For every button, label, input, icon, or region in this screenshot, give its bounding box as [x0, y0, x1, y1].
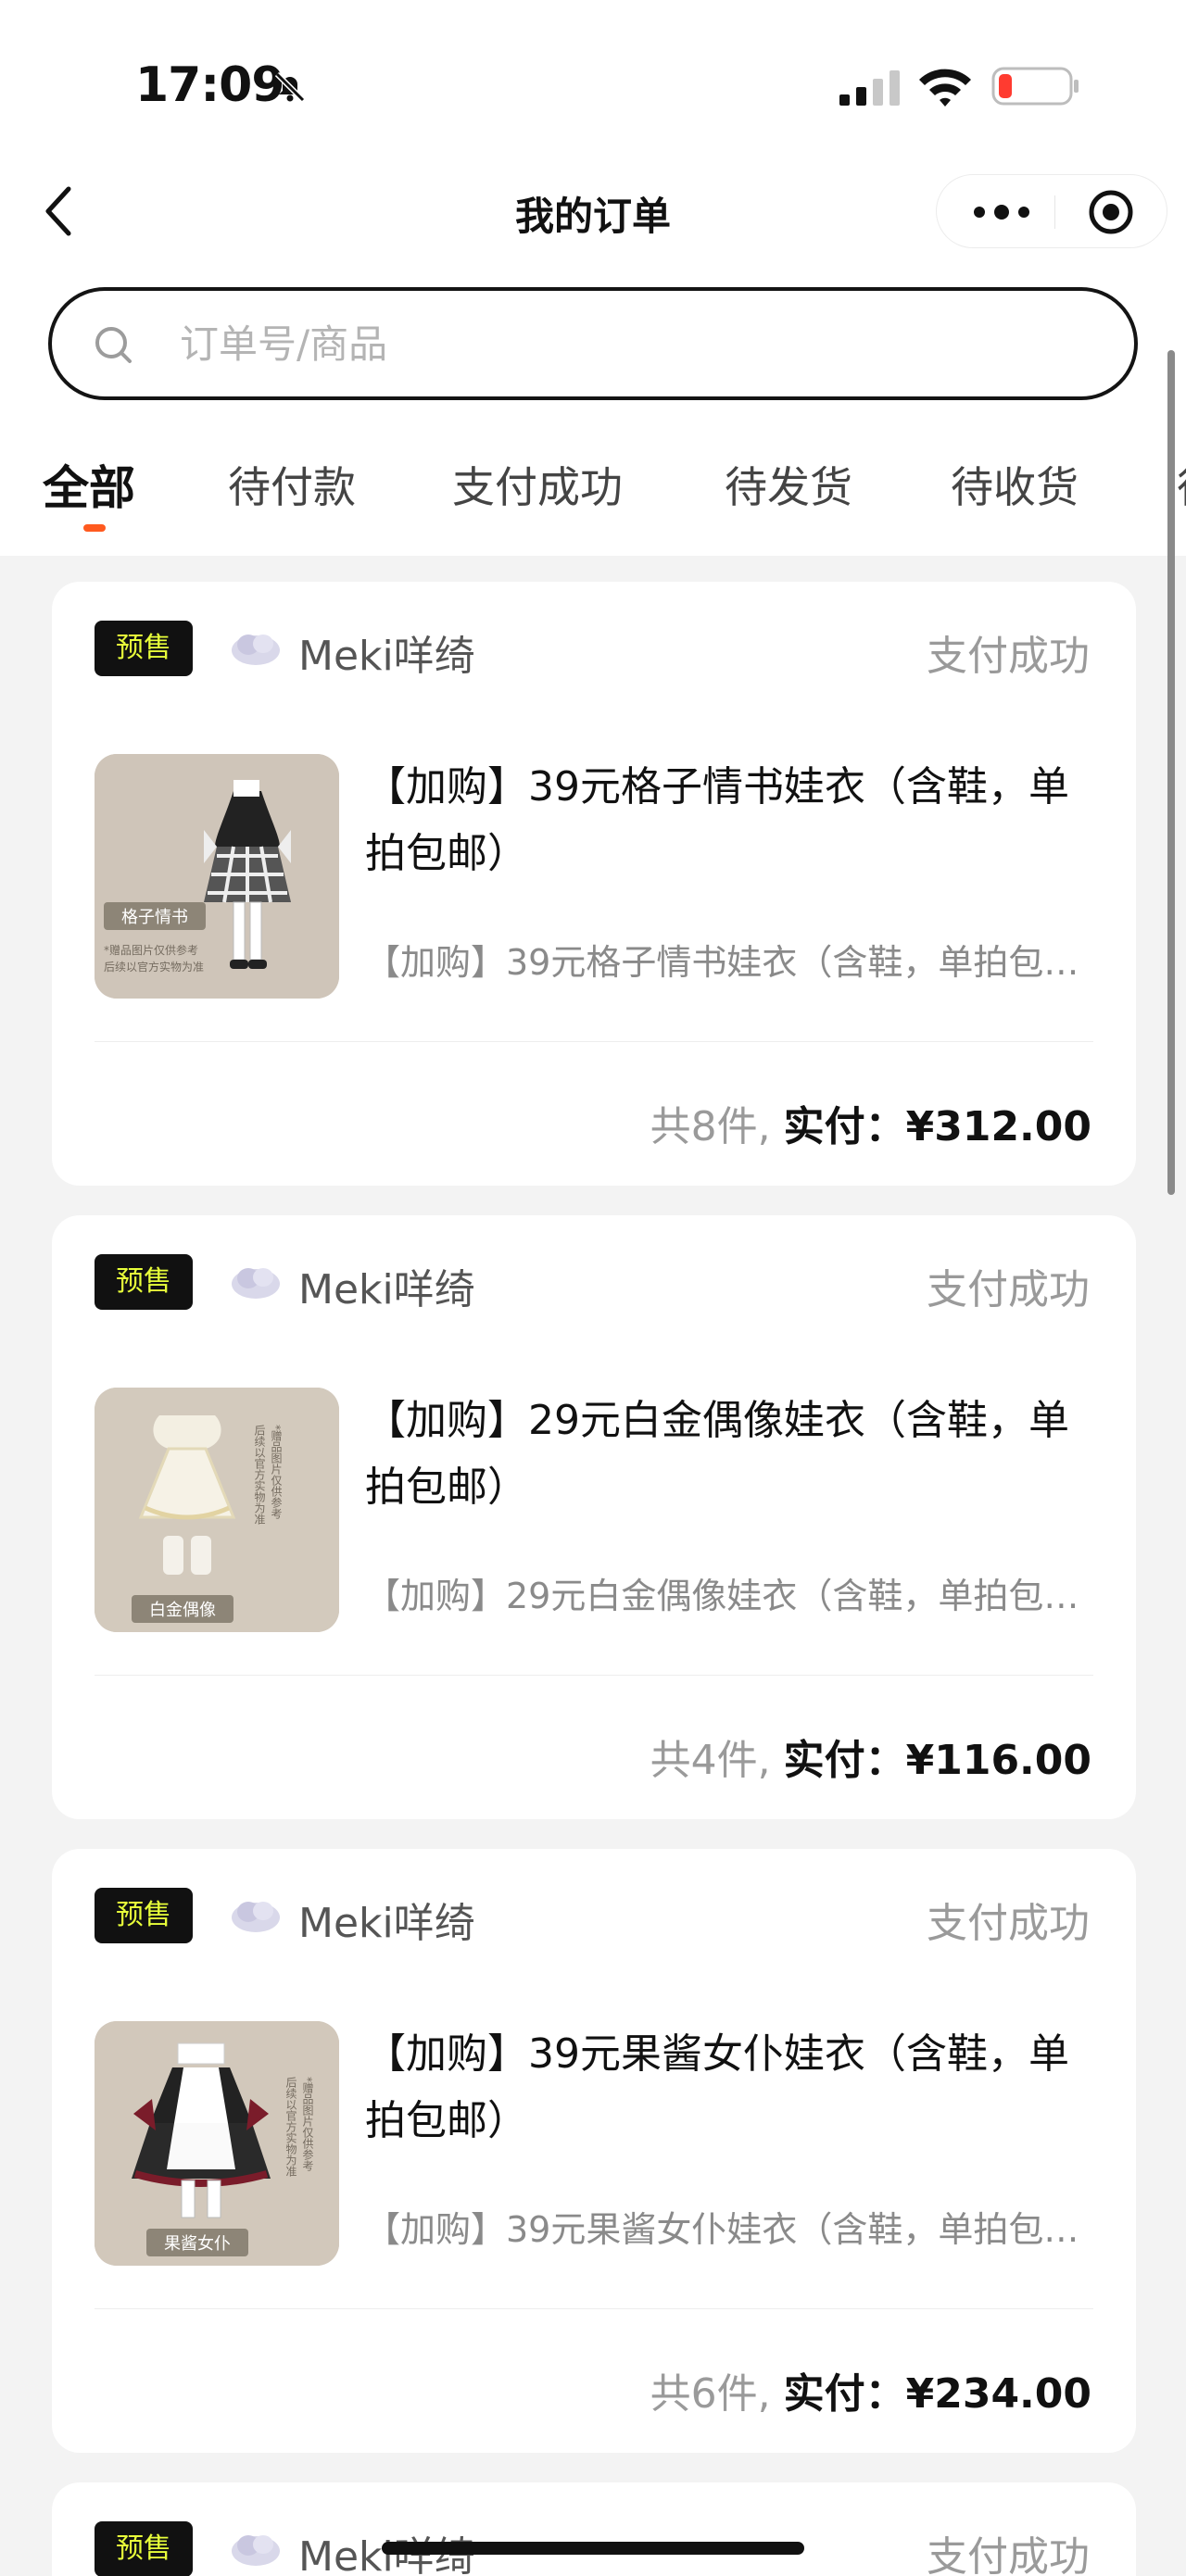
search-bar: [48, 287, 1138, 400]
order-card[interactable]: 预售 Meki咩绮 支付成功 白金偶像 *赠品图片仅供参考 后续以官方实物为准 …: [52, 1215, 1136, 1819]
cellular-signal-icon: [839, 70, 900, 106]
order-card[interactable]: 预售 Meki咩绮 支付成功 果酱女仆 *赠品图片仅供参考 后续以官方实物为准 …: [52, 1849, 1136, 2453]
product-thumbnail[interactable]: 果酱女仆 *赠品图片仅供参考 后续以官方实物为准: [95, 2021, 339, 2266]
bell-muted-icon: [274, 71, 306, 103]
shop-logo-icon: [232, 1268, 280, 1299]
mini-program-capsule: [936, 174, 1167, 248]
product-title[interactable]: 【加购】39元果酱女仆娃衣（含鞋，单拍包邮）: [365, 2021, 1097, 2155]
more-icon[interactable]: [965, 192, 1039, 232]
product-spec: 【加购】39元格子情书娃衣（含鞋，单拍包邮）: [365, 942, 1097, 983]
shop-logo-icon: [232, 1902, 280, 1932]
tab-partial[interactable]: 待: [1177, 454, 1186, 515]
shop-name[interactable]: Meki咩绮: [298, 1256, 475, 1315]
paid-amount: ¥312.00: [905, 1103, 1091, 1150]
svg-text:*赠品图片仅供参考: *赠品图片仅供参考: [104, 943, 198, 957]
plaid-dress-image: 格子情书 *赠品图片仅供参考 后续以官方实物为准: [95, 754, 339, 999]
order-status: 支付成功: [927, 1900, 1090, 1947]
order-card[interactable]: 预售 Meki咩绮 支付成功 格子情书 *赠品图片仅供参考 后续以官方实物为准 …: [52, 582, 1136, 1186]
order-summary: 共4件, 实付：¥116.00: [650, 1727, 1091, 1786]
thumbnail-caption: 果酱女仆: [164, 2234, 231, 2254]
product-title[interactable]: 【加购】39元格子情书娃衣（含鞋，单拍包邮）: [365, 754, 1097, 887]
paid-label: 实付：: [783, 2370, 906, 2418]
product-thumbnail[interactable]: 格子情书 *赠品图片仅供参考 后续以官方实物为准: [95, 754, 339, 999]
white-gold-dress-image: 白金偶像 *赠品图片仅供参考 后续以官方实物为准: [95, 1388, 339, 1632]
paid-amount: ¥234.00: [905, 2370, 1091, 2418]
presale-badge: 预售: [95, 621, 193, 676]
product-spec: 【加购】39元果酱女仆娃衣（含鞋，单拍包邮）: [365, 2209, 1097, 2250]
divider: [95, 1675, 1093, 1676]
item-count: 共6件,: [650, 2370, 771, 2418]
svg-text:*赠品图片仅供参考: *赠品图片仅供参考: [301, 2077, 314, 2171]
order-summary: 共8件, 实付：¥312.00: [650, 1093, 1091, 1152]
product-spec: 【加购】29元白金偶像娃衣（含鞋，单拍包邮）: [365, 1576, 1097, 1616]
tab-pending-receipt[interactable]: 待收货: [951, 454, 1079, 515]
shop-logo-icon: [232, 635, 280, 665]
svg-text:后续以官方实物为准: 后续以官方实物为准: [253, 1425, 266, 1525]
search-input[interactable]: [180, 313, 1088, 374]
active-tab-indicator: [83, 524, 106, 532]
shop-logo-icon: [232, 2535, 280, 2566]
presale-badge: 预售: [95, 2521, 193, 2576]
status-time: 17:09: [135, 57, 285, 113]
battery-icon: [991, 67, 1079, 106]
tab-pending-shipment[interactable]: 待发货: [725, 454, 852, 515]
tab-all[interactable]: 全部: [43, 451, 135, 518]
divider: [95, 2308, 1093, 2309]
svg-text:*赠品图片仅供参考: *赠品图片仅供参考: [270, 1425, 283, 1519]
order-summary: 共6件, 实付：¥234.00: [650, 2360, 1091, 2419]
search-icon: [95, 327, 132, 363]
shop-name[interactable]: Meki咩绮: [298, 622, 475, 682]
order-status: 支付成功: [927, 2533, 1090, 2576]
tab-payment-success[interactable]: 支付成功: [452, 454, 623, 515]
thumbnail-caption: 格子情书: [121, 908, 188, 927]
paid-amount: ¥116.00: [905, 1737, 1091, 1784]
svg-text:后续以官方实物为准: 后续以官方实物为准: [104, 960, 204, 974]
order-card[interactable]: 预售 Meki咩绮 支付成功: [52, 2482, 1136, 2576]
scrollbar[interactable]: [1167, 350, 1175, 1195]
presale-badge: 预售: [95, 1888, 193, 1943]
product-thumbnail[interactable]: 白金偶像 *赠品图片仅供参考 后续以官方实物为准: [95, 1388, 339, 1632]
thumbnail-caption: 白金偶像: [149, 1601, 216, 1620]
divider: [95, 1041, 1093, 1042]
paid-label: 实付：: [783, 1737, 906, 1784]
order-tabs: 全部 待付款 支付成功 待发货 待收货 待: [0, 454, 1186, 537]
home-indicator[interactable]: [382, 2542, 804, 2555]
capsule-divider: [1054, 195, 1055, 229]
order-status: 支付成功: [927, 1266, 1090, 1313]
tab-pending-payment[interactable]: 待付款: [228, 454, 356, 515]
wifi-icon: [919, 69, 971, 107]
maid-dress-image: 果酱女仆 *赠品图片仅供参考 后续以官方实物为准: [95, 2021, 339, 2266]
item-count: 共4件,: [650, 1737, 771, 1784]
paid-label: 实付：: [783, 1103, 906, 1150]
product-title[interactable]: 【加购】29元白金偶像娃衣（含鞋，单拍包邮）: [365, 1388, 1097, 1521]
presale-badge: 预售: [95, 1254, 193, 1310]
item-count: 共8件,: [650, 1103, 771, 1150]
order-status: 支付成功: [927, 633, 1090, 680]
shop-name[interactable]: Meki咩绮: [298, 1890, 475, 1949]
header-area: 17:09 我的订单 订单号/商品 全部 待付款 支付成功 待发货 待收货: [0, 0, 1186, 556]
close-target-icon[interactable]: [1087, 188, 1135, 236]
svg-text:后续以官方实物为准: 后续以官方实物为准: [284, 2077, 297, 2177]
